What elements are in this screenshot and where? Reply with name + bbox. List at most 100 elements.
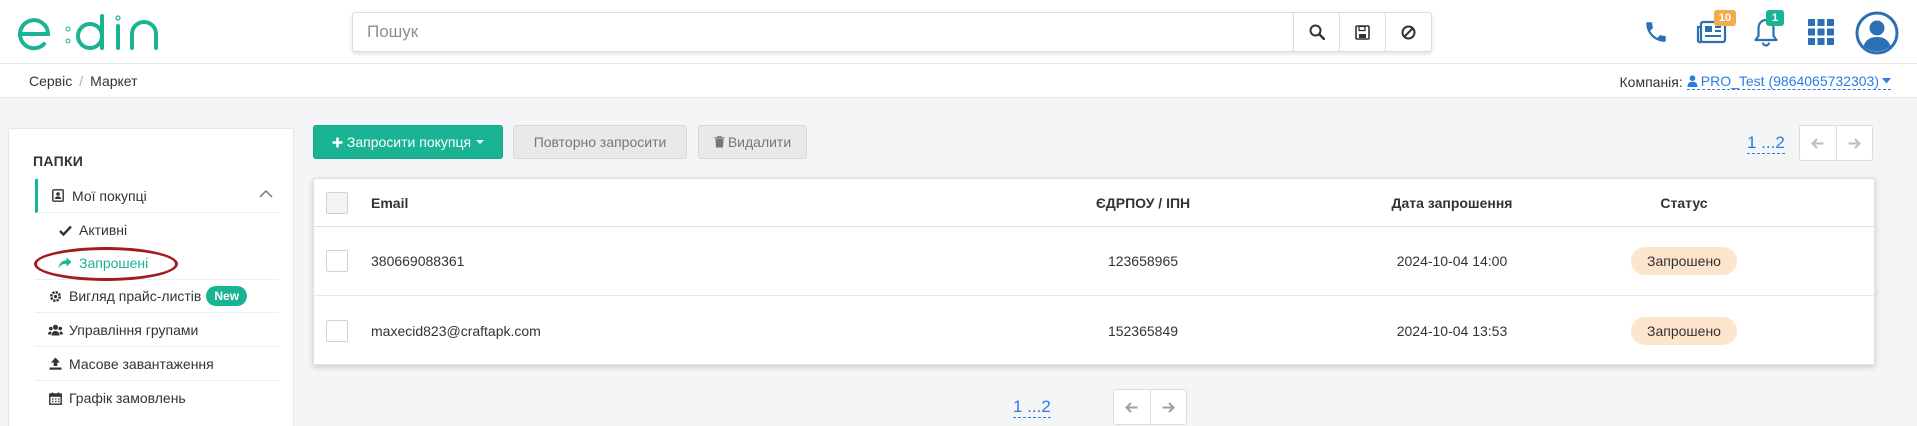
sidebar-item-label: Управління групами [69,321,199,338]
new-badge: New [206,286,248,306]
arrow-right-icon [1848,137,1861,149]
breadcrumb-separator: / [79,73,84,89]
sidebar-item-my-buyers[interactable]: Мої покупці [35,179,279,213]
invite-buyer-button[interactable]: Запросити покупця [313,125,503,159]
row-checkbox-cell [326,227,348,295]
delete-button[interactable]: Видалити [698,125,807,159]
page-links[interactable]: 1 ...2 [1013,397,1051,418]
next-page-button[interactable] [1835,126,1872,160]
cell-date: 2024-10-04 14:00 [1396,253,1508,269]
sidebar-item-group-management[interactable]: Управління групами [35,313,279,347]
caret-down-icon [1882,78,1891,84]
column-header-code[interactable]: ЄДРПОУ / ІПН [968,179,1318,226]
folders-sidebar: ПАПКИ Мої покупці Активні Запрошені Вигл… [8,128,294,426]
sidebar-item-active[interactable]: Активні [35,213,279,247]
search-button[interactable] [1293,13,1339,51]
pagination-bottom: 1 ...2 [1013,389,1187,425]
arrow-right-icon [1162,401,1175,413]
sidebar-item-label: Масове завантаження [69,355,214,372]
notifications-button[interactable]: 1 [1746,10,1786,52]
table-header: Email ЄДРПОУ / ІПН Дата запрошення Стату… [314,179,1874,227]
trash-icon [714,136,725,148]
calendar-icon [47,392,63,405]
pagination-top: 1 ...2 [1747,125,1873,161]
company-name: PRO_Test (9864065732303) [1700,73,1879,89]
cell-status: Запрошено [1584,227,1784,295]
check-icon [57,225,73,236]
top-header: 10 1 [0,0,1917,64]
prev-page-button[interactable] [1800,126,1836,160]
cell-email: maxecid823@craftapk.com [371,322,541,339]
status-badge: Запрошено [1631,316,1737,345]
sidebar-item-order-schedule[interactable]: Графік замовлень [35,381,279,415]
gear-icon [47,290,63,303]
prev-page-button[interactable] [1114,390,1150,424]
company-selector: Компанія: PRO_Test (9864065732303) [1620,73,1891,90]
user-icon [1687,75,1698,87]
plus-icon [332,137,343,147]
status-badge: Запрошено [1631,247,1737,275]
page-arrows [1798,125,1873,161]
company-label: Компанія: [1619,73,1683,90]
clear-search-button[interactable] [1385,13,1431,51]
caret-down-icon [476,140,485,144]
company-dropdown[interactable]: PRO_Test (9864065732303) [1686,73,1891,90]
upload-icon [47,357,63,370]
cell-date: 2024-10-04 13:53 [1396,322,1508,339]
column-header-email[interactable]: Email [371,179,408,226]
sidebar-item-bulk-upload[interactable]: Масове завантаження [35,347,279,381]
cell-code: 123658965 [1107,253,1179,269]
chevron-up-icon[interactable] [259,189,273,198]
edin-logo[interactable] [18,12,160,54]
column-header-status[interactable]: Статус [1584,179,1784,226]
contact-book-icon [50,189,66,202]
cell-status: Запрошено [1584,296,1784,365]
table-row[interactable]: maxecid823@craftapk.com 152365849 2024-1… [314,296,1874,365]
search-input[interactable] [353,13,1293,51]
breadcrumb: Сервіс / Маркет [29,73,138,89]
user-menu-button[interactable] [1854,10,1900,56]
news-count-badge: 10 [1714,10,1736,26]
save-search-button[interactable] [1339,13,1385,51]
page-links[interactable]: 1 ...2 [1747,133,1785,154]
apps-menu-button[interactable] [1801,12,1841,52]
sidebar-item-label: Запрошені [79,255,149,271]
sidebar-item-invited[interactable]: Запрошені [35,246,279,280]
user-avatar-icon [1855,11,1899,55]
users-icon [47,324,63,336]
reinvite-button[interactable]: Повторно запросити [513,125,687,159]
floppy-disk-icon [1355,24,1370,40]
search-bar [352,12,1432,52]
search-icon [1309,24,1325,40]
sidebar-item-label: Активні [79,222,128,238]
header-checkbox-cell [326,179,348,226]
breadcrumb-item-service[interactable]: Сервіс [29,73,72,89]
cell-code: 152365849 [1107,322,1179,339]
sidebar-item-label: Вигляд прайс-листів [69,288,202,304]
sidebar-title: ПАПКИ [33,153,84,169]
phone-icon [1646,22,1666,42]
arrow-left-icon [1125,401,1138,413]
notifications-count-badge: 1 [1766,10,1784,26]
page-arrows [1112,389,1187,425]
row-checkbox-cell [326,296,348,365]
row-checkbox[interactable] [326,250,348,272]
breadcrumb-bar: Сервіс / Маркет Компанія: PRO_Test (986406… [0,64,1917,98]
apps-grid-icon [1808,19,1834,45]
reinvite-label: Повторно запросити [533,134,667,150]
sidebar-item-label: Мої покупці [72,187,147,204]
delete-label: Видалити [727,134,792,150]
column-header-date[interactable]: Дата запрошення [1322,179,1582,226]
select-all-checkbox[interactable] [326,191,348,214]
ban-icon [1401,25,1416,39]
invite-buyer-label: Запросити покупця [346,134,472,150]
buyers-table: Email ЄДРПОУ / ІПН Дата запрошення Стату… [313,178,1875,365]
cell-email: 380669088361 [371,253,465,269]
next-page-button[interactable] [1149,390,1186,424]
news-button[interactable]: 10 [1692,10,1736,52]
phone-button[interactable] [1636,12,1676,52]
sidebar-item-price-list-view[interactable]: Вигляд прайс-листів New [35,279,279,313]
row-checkbox[interactable] [326,319,348,342]
sidebar-item-label: Графік замовлень [69,390,186,406]
table-row[interactable]: 380669088361 123658965 2024-10-04 14:00 … [314,227,1874,296]
